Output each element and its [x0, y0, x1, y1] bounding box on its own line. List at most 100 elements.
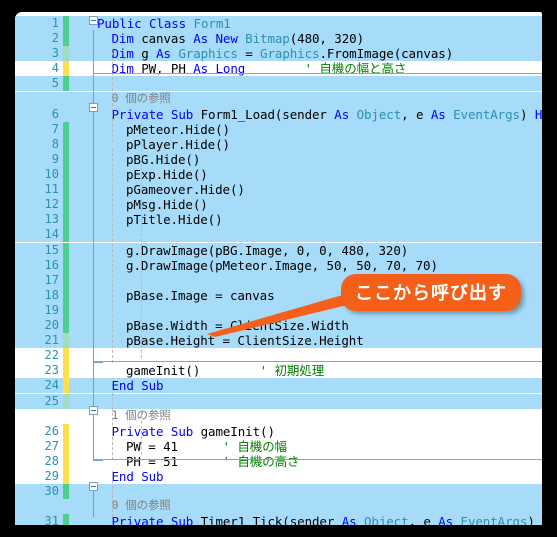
- code-token: Private Sub: [111, 514, 201, 525]
- outline-collapse-gameinit[interactable]: [89, 406, 98, 415]
- line-number: 24: [44, 378, 59, 393]
- code-text[interactable]: Dim g As Graphics = Graphics.FromImage(c…: [112, 46, 454, 61]
- code-token: As Long: [193, 61, 246, 77]
- change-bar-green: [63, 121, 69, 137]
- line-number: 27: [44, 438, 59, 453]
- code-text[interactable]: Private Sub gameInit(): [112, 424, 275, 439]
- code-token: End Sub: [111, 469, 164, 484]
- code-text[interactable]: pBG.Hide(): [126, 152, 200, 167]
- line-number: 22: [44, 348, 59, 363]
- code-token: ' 自機の幅: [222, 438, 288, 454]
- line-number: 8: [51, 136, 59, 151]
- code-token: Dim: [111, 61, 142, 77]
- code-line-row[interactable]: [15, 136, 542, 152]
- line-number: 1: [51, 16, 59, 30]
- screenshot-root: 1 Public Class Form1 2 Dim canvas As New Bi…: [0, 0, 557, 537]
- outline-collapse-class[interactable]: [89, 16, 98, 25]
- code-token: =: [245, 46, 261, 62]
- change-bar-lgreen: [63, 46, 69, 62]
- code-text[interactable]: End Sub: [112, 469, 164, 484]
- outline-collapse-form1load[interactable]: [89, 103, 98, 112]
- line-number: 13: [44, 212, 59, 227]
- code-token: pMsg.Hide(): [126, 197, 208, 213]
- change-bar-green: [63, 257, 69, 273]
- code-text[interactable]: PH = 51 ' 自機の高さ: [126, 453, 300, 469]
- code-text[interactable]: gameInit() ' 初期処理: [126, 363, 324, 378]
- code-token: EventArgs: [453, 106, 520, 122]
- code-line-row[interactable]: [15, 378, 542, 394]
- line-number: 2: [51, 31, 59, 46]
- code-line-row[interactable]: [15, 423, 542, 439]
- code-text[interactable]: Private Sub Form1_Load(sender As Object,…: [112, 107, 543, 122]
- code-token: ): [527, 514, 542, 525]
- change-bar-yellow: [63, 61, 69, 77]
- code-token: (pBG.Image, 0, 0, 480, 320): [207, 242, 409, 258]
- code-text[interactable]: End Sub: [112, 378, 164, 393]
- code-token: As: [438, 514, 461, 525]
- code-text[interactable]: Public Class Form1: [97, 16, 231, 31]
- code-text[interactable]: pGameover.Hide(): [126, 182, 245, 197]
- change-bar-green: [63, 318, 69, 334]
- code-token: ' 自機の高さ: [222, 453, 300, 469]
- code-text[interactable]: pExp.Hide(): [126, 167, 208, 182]
- code-text[interactable]: pMsg.Hide(): [126, 197, 208, 212]
- code-token: End Sub: [111, 378, 164, 394]
- change-bar-yellow: [63, 438, 69, 454]
- code-token: As: [334, 106, 357, 122]
- code-text[interactable]: g.DrawImage(pMeteor.Image, 50, 50, 70, 7…: [126, 258, 438, 273]
- change-bar-green: [63, 76, 69, 92]
- change-bar-green: [63, 302, 69, 318]
- change-bar-green: [63, 151, 69, 167]
- code-line-row[interactable]: [15, 212, 542, 228]
- code-text[interactable]: Dim PW, PH As Long ' 自機の幅と高さ: [112, 61, 407, 76]
- code-text[interactable]: g.DrawImage(pBG.Image, 0, 0, 480, 320): [126, 243, 408, 258]
- code-token: As: [341, 514, 364, 525]
- code-token: Graphics: [178, 46, 246, 62]
- code-text[interactable]: Private Sub Timer1_Tick(sender As Object…: [112, 514, 543, 525]
- line-number: 7: [51, 121, 59, 136]
- outline-end-gameinit: [93, 460, 103, 461]
- change-bar-green: [63, 16, 69, 32]
- code-text[interactable]: pBase.Height = ClientSize.Height: [126, 333, 364, 348]
- change-bar-green: [63, 272, 69, 288]
- code-token: (pMeteor.Image, 50, 50, 70, 70): [207, 257, 438, 273]
- code-line-row[interactable]: [15, 227, 542, 243]
- code-line-row[interactable]: [15, 76, 542, 92]
- change-bar-lgreen: [63, 333, 69, 349]
- code-editor[interactable]: 1 Public Class Form1 2 Dim canvas As New Bi…: [15, 12, 542, 525]
- code-line-row[interactable]: [15, 197, 542, 213]
- codelens-reference-count[interactable]: 0 個の参照: [112, 498, 171, 513]
- change-bar-yellow: [63, 348, 69, 364]
- code-line-list[interactable]: 1 Public Class Form1 2 Dim canvas As New Bi…: [15, 12, 542, 525]
- line-number: 21: [44, 333, 59, 348]
- outline-vertical-gameinit: [93, 415, 94, 460]
- code-text[interactable]: Dim canvas As New Bitmap(480, 320): [112, 31, 365, 46]
- code-token: Private Sub: [111, 423, 201, 439]
- code-token: canvas: [141, 31, 194, 47]
- codelens-reference-count[interactable]: 0 個の参照: [112, 91, 171, 106]
- code-token: Private Sub: [111, 106, 201, 122]
- code-line-row[interactable]: [15, 182, 542, 198]
- code-token: .FromImage(canvas): [319, 46, 454, 62]
- code-text[interactable]: pBase.Width = ClientSize.Width: [126, 318, 349, 333]
- line-number: 12: [44, 197, 59, 212]
- change-bar-green: [63, 484, 69, 500]
- code-text[interactable]: pBase.Image = canvas: [126, 288, 275, 303]
- line-number: 3: [51, 46, 59, 61]
- code-line-row[interactable]: [15, 167, 542, 183]
- code-text[interactable]: PW = 41 ' 自機の幅: [126, 439, 287, 454]
- code-token: Object: [363, 514, 409, 525]
- line-number: 15: [44, 242, 59, 257]
- line-number: 26: [44, 423, 59, 438]
- line-number: 28: [44, 453, 59, 468]
- line-number: 20: [44, 318, 59, 332]
- code-line-row[interactable]: [15, 121, 542, 137]
- code-token: pBG.Hide(): [126, 151, 201, 167]
- change-bar-green: [63, 227, 69, 243]
- code-token: As: [430, 106, 454, 122]
- outline-collapse-timer1tick[interactable]: [89, 482, 98, 491]
- code-token: gameInit(): [200, 423, 275, 439]
- code-line-row[interactable]: [15, 151, 542, 167]
- code-token: As New: [193, 31, 246, 47]
